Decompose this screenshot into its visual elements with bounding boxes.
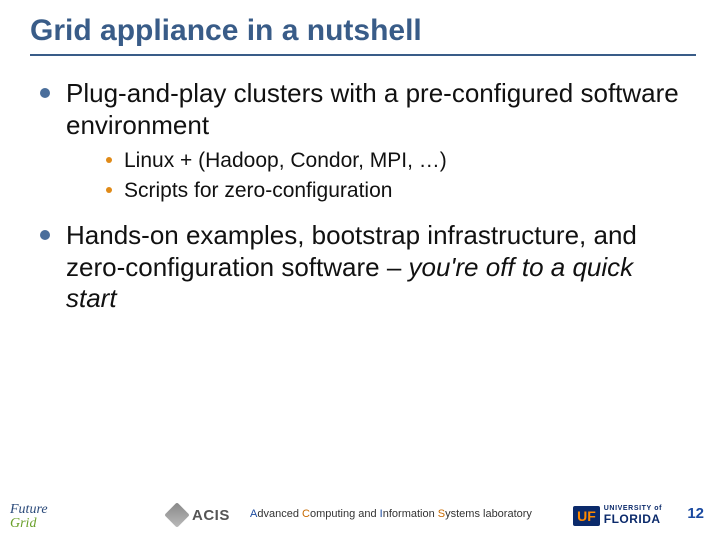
acis-text: ACIS — [192, 507, 230, 524]
uf-logo: UF UNIVERSITY of FLORIDA — [573, 506, 662, 526]
sub-bullet-text: Linux + (Hadoop, Condor, MPI, …) — [124, 147, 447, 174]
bullet-2-text: Hands-on examples, bootstrap infrastruct… — [66, 220, 680, 315]
page-number: 12 — [687, 505, 704, 522]
lab-name: Advanced Computing and Information Syste… — [250, 508, 532, 520]
acis-logo: ACIS — [168, 506, 230, 524]
sub-bullet: Scripts for zero-configuration — [106, 177, 680, 204]
bullet-2: Hands-on examples, bootstrap infrastruct… — [40, 220, 680, 315]
uf-word: UNIVERSITY of FLORIDA — [604, 506, 662, 526]
bullet-icon — [40, 88, 50, 98]
bullet-1-sub: Linux + (Hadoop, Condor, MPI, …) Scripts… — [106, 147, 680, 204]
sub-bullet-icon — [106, 157, 112, 163]
bullet-1: Plug-and-play clusters with a pre-config… — [40, 78, 680, 141]
bullet-icon — [40, 230, 50, 240]
sub-bullet-icon — [106, 187, 112, 193]
sub-bullet: Linux + (Hadoop, Condor, MPI, …) — [106, 147, 680, 174]
uf-box: UF — [573, 506, 600, 526]
slide-footer: Future Grid ACIS Advanced Computing and … — [0, 488, 720, 530]
slide-body: Plug-and-play clusters with a pre-config… — [0, 56, 720, 315]
acis-mark-icon — [164, 502, 189, 527]
future-grid-logo: Future Grid — [10, 503, 48, 530]
bullet-1-text: Plug-and-play clusters with a pre-config… — [66, 78, 680, 141]
slide-title: Grid appliance in a nutshell — [0, 0, 720, 54]
sub-bullet-text: Scripts for zero-configuration — [124, 177, 392, 204]
future-grid-line2: Grid — [10, 516, 36, 531]
